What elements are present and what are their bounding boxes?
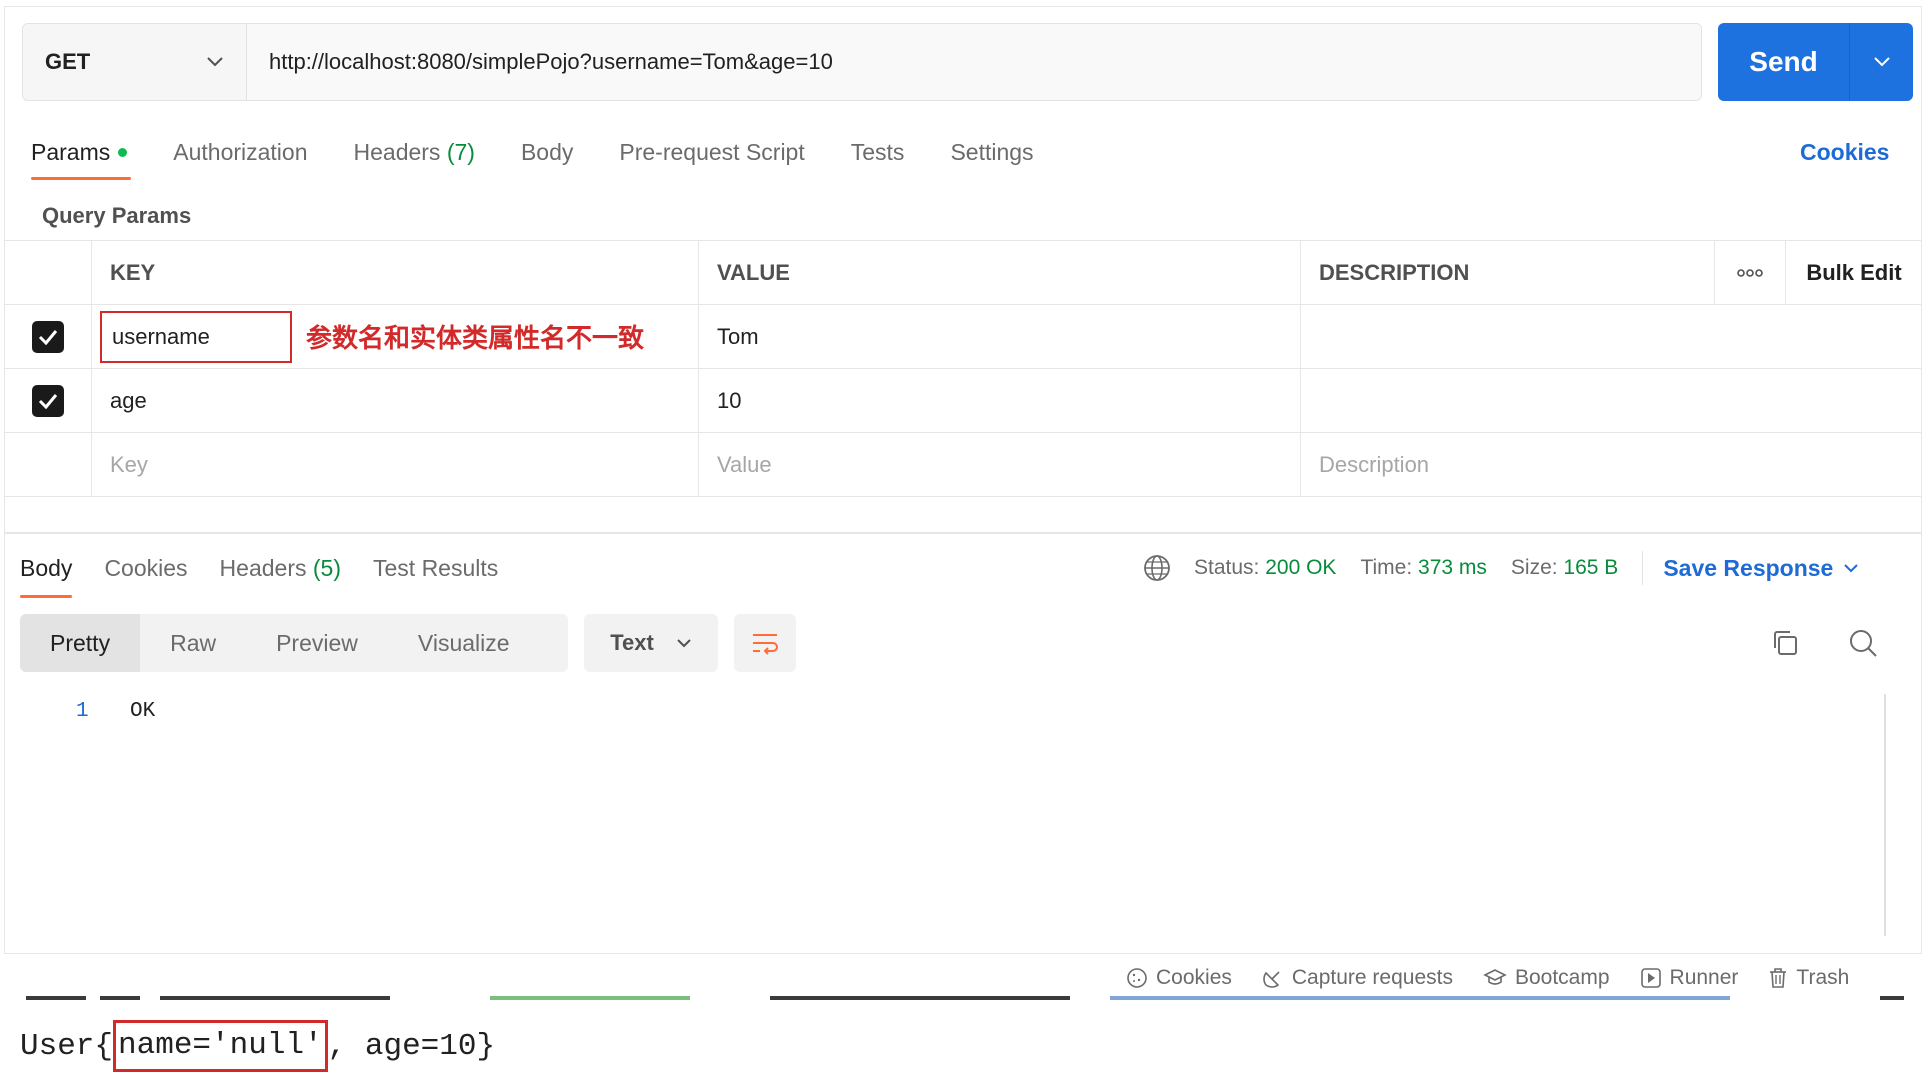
send-button[interactable]: Send bbox=[1718, 23, 1850, 101]
param-checkbox[interactable] bbox=[31, 384, 64, 417]
params-active-dot bbox=[118, 147, 128, 157]
annotation-text: 参数名和实体类属性名不一致 bbox=[306, 324, 645, 354]
tab-tests[interactable]: Tests bbox=[851, 132, 905, 172]
cookies-link[interactable]: Cookies bbox=[1800, 139, 1889, 166]
new-value-input[interactable]: Value bbox=[699, 433, 1301, 496]
tab-response-headers[interactable]: Headers (5) bbox=[220, 548, 341, 588]
globe-icon[interactable] bbox=[1142, 553, 1172, 583]
footer-bootcamp[interactable]: Bootcamp bbox=[1483, 966, 1610, 990]
key-column-header: KEY bbox=[92, 241, 699, 304]
console-highlight: name='null' bbox=[113, 1020, 328, 1072]
section-divider bbox=[4, 498, 1922, 534]
send-options-button[interactable] bbox=[1850, 23, 1913, 101]
table-header-row: KEY VALUE DESCRIPTION Bulk Edit bbox=[4, 241, 1922, 305]
param-value-input[interactable]: 10 bbox=[699, 369, 1301, 432]
format-dropdown[interactable]: Text bbox=[584, 614, 718, 672]
status-info[interactable]: Status: 200 OK bbox=[1194, 556, 1336, 580]
new-description-input[interactable]: Description bbox=[1301, 433, 1714, 496]
view-mode-group: Pretty Raw Preview Visualize bbox=[20, 614, 568, 672]
headers-count: (7) bbox=[446, 138, 475, 165]
wrap-lines-icon bbox=[753, 634, 778, 655]
chevron-down-icon bbox=[1844, 564, 1859, 573]
time-value: 373 ms bbox=[1418, 556, 1487, 579]
param-key-input[interactable]: age bbox=[92, 369, 699, 432]
check-icon bbox=[38, 329, 57, 345]
param-description-input[interactable] bbox=[1301, 369, 1714, 432]
console-prefix: User{ bbox=[20, 1028, 114, 1064]
table-row: age 10 bbox=[4, 369, 1922, 433]
scrollbar[interactable] bbox=[1884, 694, 1886, 936]
footer-trash[interactable]: Trash bbox=[1768, 966, 1849, 990]
console-suffix: , age=10} bbox=[327, 1028, 496, 1064]
param-key-input[interactable]: username bbox=[100, 310, 292, 363]
table-row: username 参数名和实体类属性名不一致 Tom bbox=[4, 305, 1922, 369]
response-body-text: OK bbox=[130, 700, 156, 723]
request-tabs: Params Authorization Headers (7) Body Pr… bbox=[31, 132, 1080, 180]
status-bar: Cookies Capture requests Bootcamp Runner… bbox=[1126, 960, 1879, 996]
copy-icon[interactable] bbox=[1770, 628, 1800, 663]
tab-response-cookies[interactable]: Cookies bbox=[104, 548, 187, 588]
trash-icon bbox=[1770, 968, 1787, 988]
cookie-icon bbox=[1127, 968, 1147, 988]
console-cropped-line bbox=[0, 994, 1928, 1008]
chevron-down-icon bbox=[677, 639, 691, 648]
chevron-down-icon bbox=[207, 57, 223, 67]
description-column-header: DESCRIPTION bbox=[1319, 259, 1470, 285]
param-description-input[interactable] bbox=[1301, 305, 1714, 368]
send-button-group: Send bbox=[1718, 23, 1913, 101]
console-output: User{name='null', age=10} bbox=[20, 1020, 495, 1072]
size-value: 165 B bbox=[1563, 556, 1619, 579]
method-select[interactable]: GET bbox=[23, 24, 247, 100]
more-horizontal-icon bbox=[1737, 268, 1763, 277]
view-pretty-button[interactable]: Pretty bbox=[20, 614, 141, 672]
tab-params[interactable]: Params bbox=[31, 132, 132, 180]
view-raw-button[interactable]: Raw bbox=[140, 614, 246, 672]
tab-pre-request-script[interactable]: Pre-request Script bbox=[619, 132, 804, 172]
save-response-button[interactable]: Save Response bbox=[1663, 555, 1859, 582]
footer-capture-requests[interactable]: Capture requests bbox=[1262, 966, 1453, 990]
line-number: 1 bbox=[76, 700, 89, 723]
value-column-header: VALUE bbox=[699, 241, 1301, 304]
check-icon bbox=[38, 393, 57, 409]
param-checkbox[interactable] bbox=[31, 320, 64, 353]
bulk-edit-button[interactable]: Bulk Edit bbox=[1786, 241, 1922, 304]
wrap-lines-button[interactable] bbox=[734, 614, 796, 672]
view-visualize-button[interactable]: Visualize bbox=[388, 614, 540, 672]
tab-headers[interactable]: Headers (7) bbox=[354, 132, 475, 172]
response-meta: Status: 200 OK Time: 373 ms Size: 165 B … bbox=[1142, 548, 1859, 588]
method-label: GET bbox=[45, 49, 91, 74]
response-tabs: Body Cookies Headers (5) Test Results bbox=[20, 548, 530, 598]
meta-divider bbox=[1642, 551, 1644, 585]
footer-cookies[interactable]: Cookies bbox=[1126, 966, 1232, 990]
url-input[interactable]: http://localhost:8080/simplePojo?usernam… bbox=[247, 24, 1701, 100]
request-bar: GET http://localhost:8080/simplePojo?use… bbox=[22, 23, 1702, 101]
view-preview-button[interactable]: Preview bbox=[246, 614, 388, 672]
tab-body[interactable]: Body bbox=[521, 132, 573, 172]
size-info[interactable]: Size: 165 B bbox=[1511, 556, 1618, 580]
footer-runner[interactable]: Runner bbox=[1640, 966, 1738, 990]
cropped-text-decoration bbox=[26, 996, 1904, 1000]
play-icon bbox=[1640, 968, 1661, 988]
chevron-down-icon bbox=[1873, 57, 1890, 67]
query-params-title: Query Params bbox=[42, 203, 192, 228]
tab-settings[interactable]: Settings bbox=[950, 132, 1033, 172]
search-icon[interactable] bbox=[1848, 628, 1878, 663]
table-row-new: Key Value Description bbox=[4, 433, 1922, 497]
params-table: KEY VALUE DESCRIPTION Bulk Edit username… bbox=[4, 240, 1922, 497]
graduation-cap-icon bbox=[1483, 969, 1507, 985]
tab-response-body[interactable]: Body bbox=[20, 548, 73, 598]
url-text: http://localhost:8080/simplePojo?usernam… bbox=[269, 49, 833, 74]
satellite-icon bbox=[1263, 971, 1280, 988]
time-info[interactable]: Time: 373 ms bbox=[1360, 556, 1486, 580]
param-value-input[interactable]: Tom bbox=[699, 305, 1301, 368]
tab-authorization[interactable]: Authorization bbox=[173, 132, 307, 172]
tab-test-results[interactable]: Test Results bbox=[373, 548, 498, 588]
more-options-button[interactable] bbox=[1714, 241, 1786, 304]
new-key-input[interactable]: Key bbox=[92, 433, 699, 496]
status-value: 200 OK bbox=[1265, 556, 1337, 579]
